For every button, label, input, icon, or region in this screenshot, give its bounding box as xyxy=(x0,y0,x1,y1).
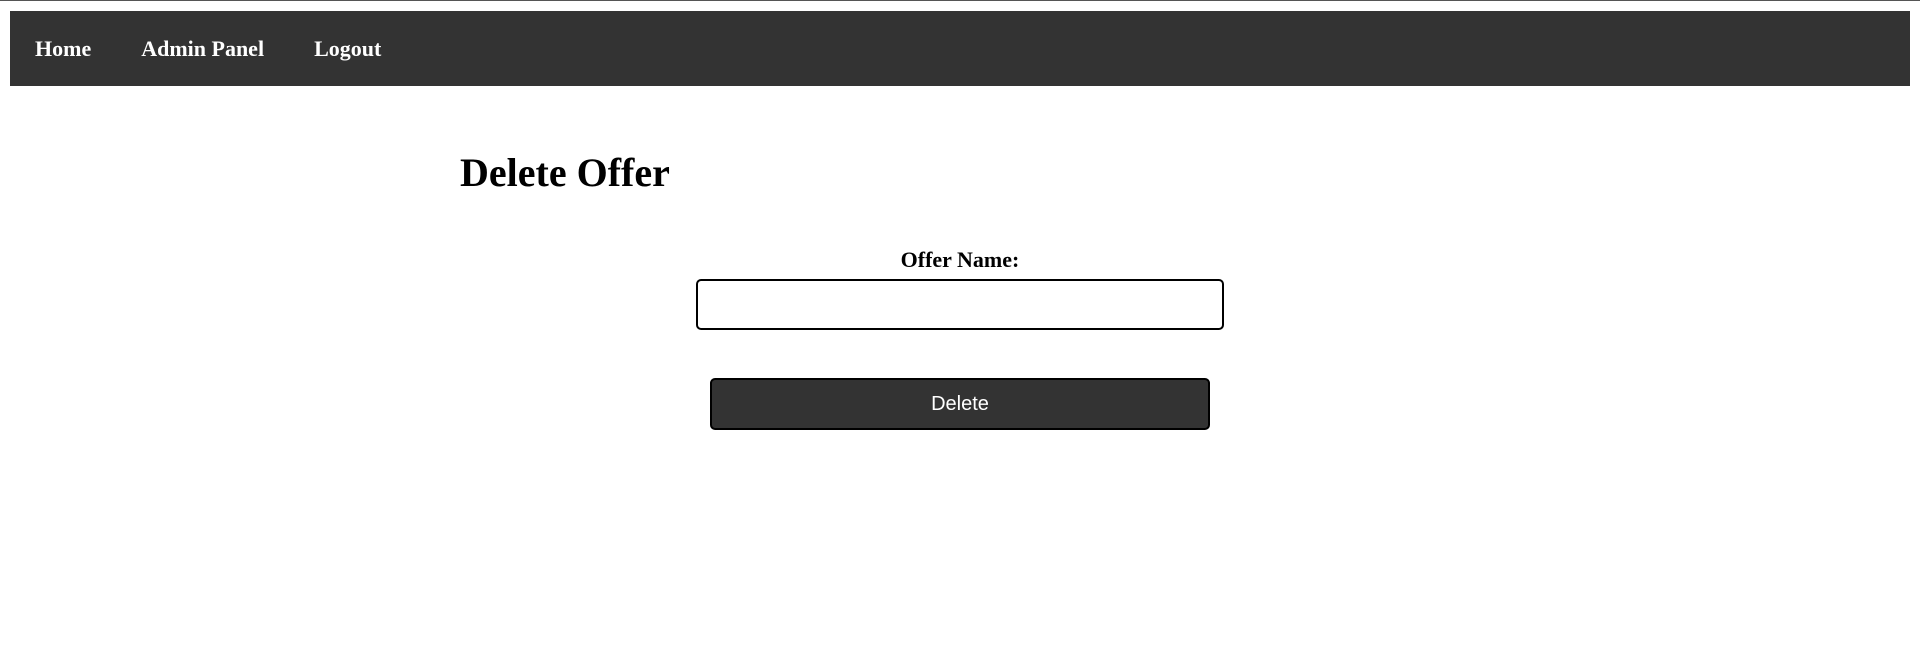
page-title: Delete Offer xyxy=(460,150,670,195)
delete-button[interactable]: Delete xyxy=(710,378,1210,430)
offer-name-input[interactable] xyxy=(696,279,1224,330)
nav-link-home[interactable]: Home xyxy=(35,36,91,62)
nav-link-logout[interactable]: Logout xyxy=(314,36,381,62)
delete-offer-form: Offer Name: Delete xyxy=(696,246,1224,430)
nav-link-admin-panel[interactable]: Admin Panel xyxy=(141,36,264,62)
page: Home Admin Panel Logout Delete Offer Off… xyxy=(0,0,1920,647)
offer-name-label: Offer Name: xyxy=(900,247,1020,272)
top-navbar: Home Admin Panel Logout xyxy=(10,11,1910,86)
